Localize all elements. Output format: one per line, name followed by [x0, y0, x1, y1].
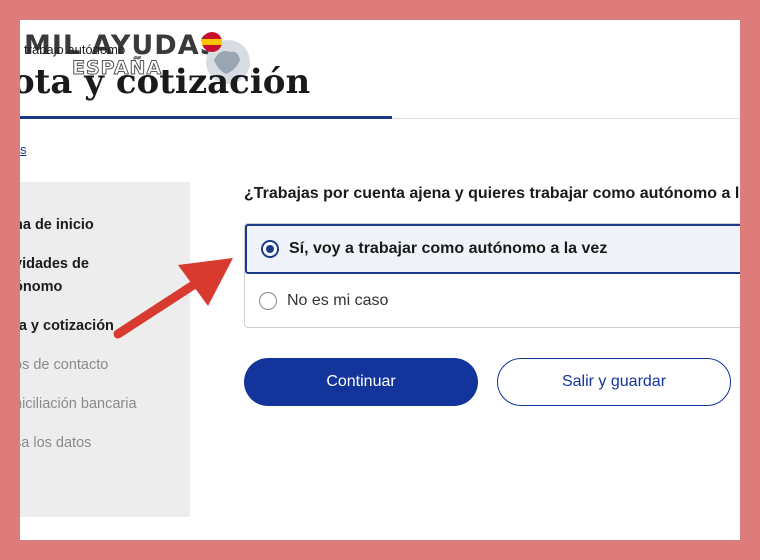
sidebar-item-label: vidades de	[20, 256, 89, 272]
save-exit-button[interactable]: Salir y guardar	[497, 358, 731, 406]
sidebar-item-contacto: os de contacto	[20, 357, 109, 373]
option-no-es-mi-caso[interactable]: No es mi caso	[245, 276, 740, 326]
sidebar-steps: na de inicio vidades de ónomo ta y cotiz…	[20, 182, 190, 517]
sidebar-item-domiciliacion: niciliación bancaria	[20, 396, 137, 412]
sidebar-item-cuota-cotizacion[interactable]: ta y cotización	[20, 315, 189, 338]
radio-checked-icon[interactable]	[261, 240, 279, 258]
radio-unchecked-icon[interactable]	[259, 292, 277, 310]
radio-group: Sí, voy a trabajar como autónomo a la ve…	[244, 223, 740, 328]
title-underline	[20, 116, 392, 119]
sidebar-item-label: ónomo	[20, 279, 63, 295]
continue-button[interactable]: Continuar	[244, 358, 478, 406]
sidebar-item-actividades[interactable]: vidades de ónomo	[20, 253, 189, 299]
page-title: ota y cotización	[20, 62, 311, 102]
back-link[interactable]: s	[20, 142, 27, 157]
header-divider	[392, 118, 740, 119]
option-si-autonomo[interactable]: Sí, voy a trabajar como autónomo a la ve…	[245, 224, 740, 274]
breadcrumb[interactable]: trabajo autónomo	[24, 42, 125, 57]
sidebar-item-inicio[interactable]: na de inicio	[20, 214, 189, 237]
option-label: No es mi caso	[287, 292, 389, 309]
question-label: ¿Trabajas por cuenta ajena y quieres tra…	[244, 185, 740, 202]
option-label: Sí, voy a trabajar como autónomo a la ve…	[289, 240, 608, 257]
sidebar-item-revisa-datos: sa los datos	[20, 435, 92, 451]
browser-frame: MIL AYUDAS ESPAÑA trabajo autónomo ota y…	[20, 20, 740, 540]
